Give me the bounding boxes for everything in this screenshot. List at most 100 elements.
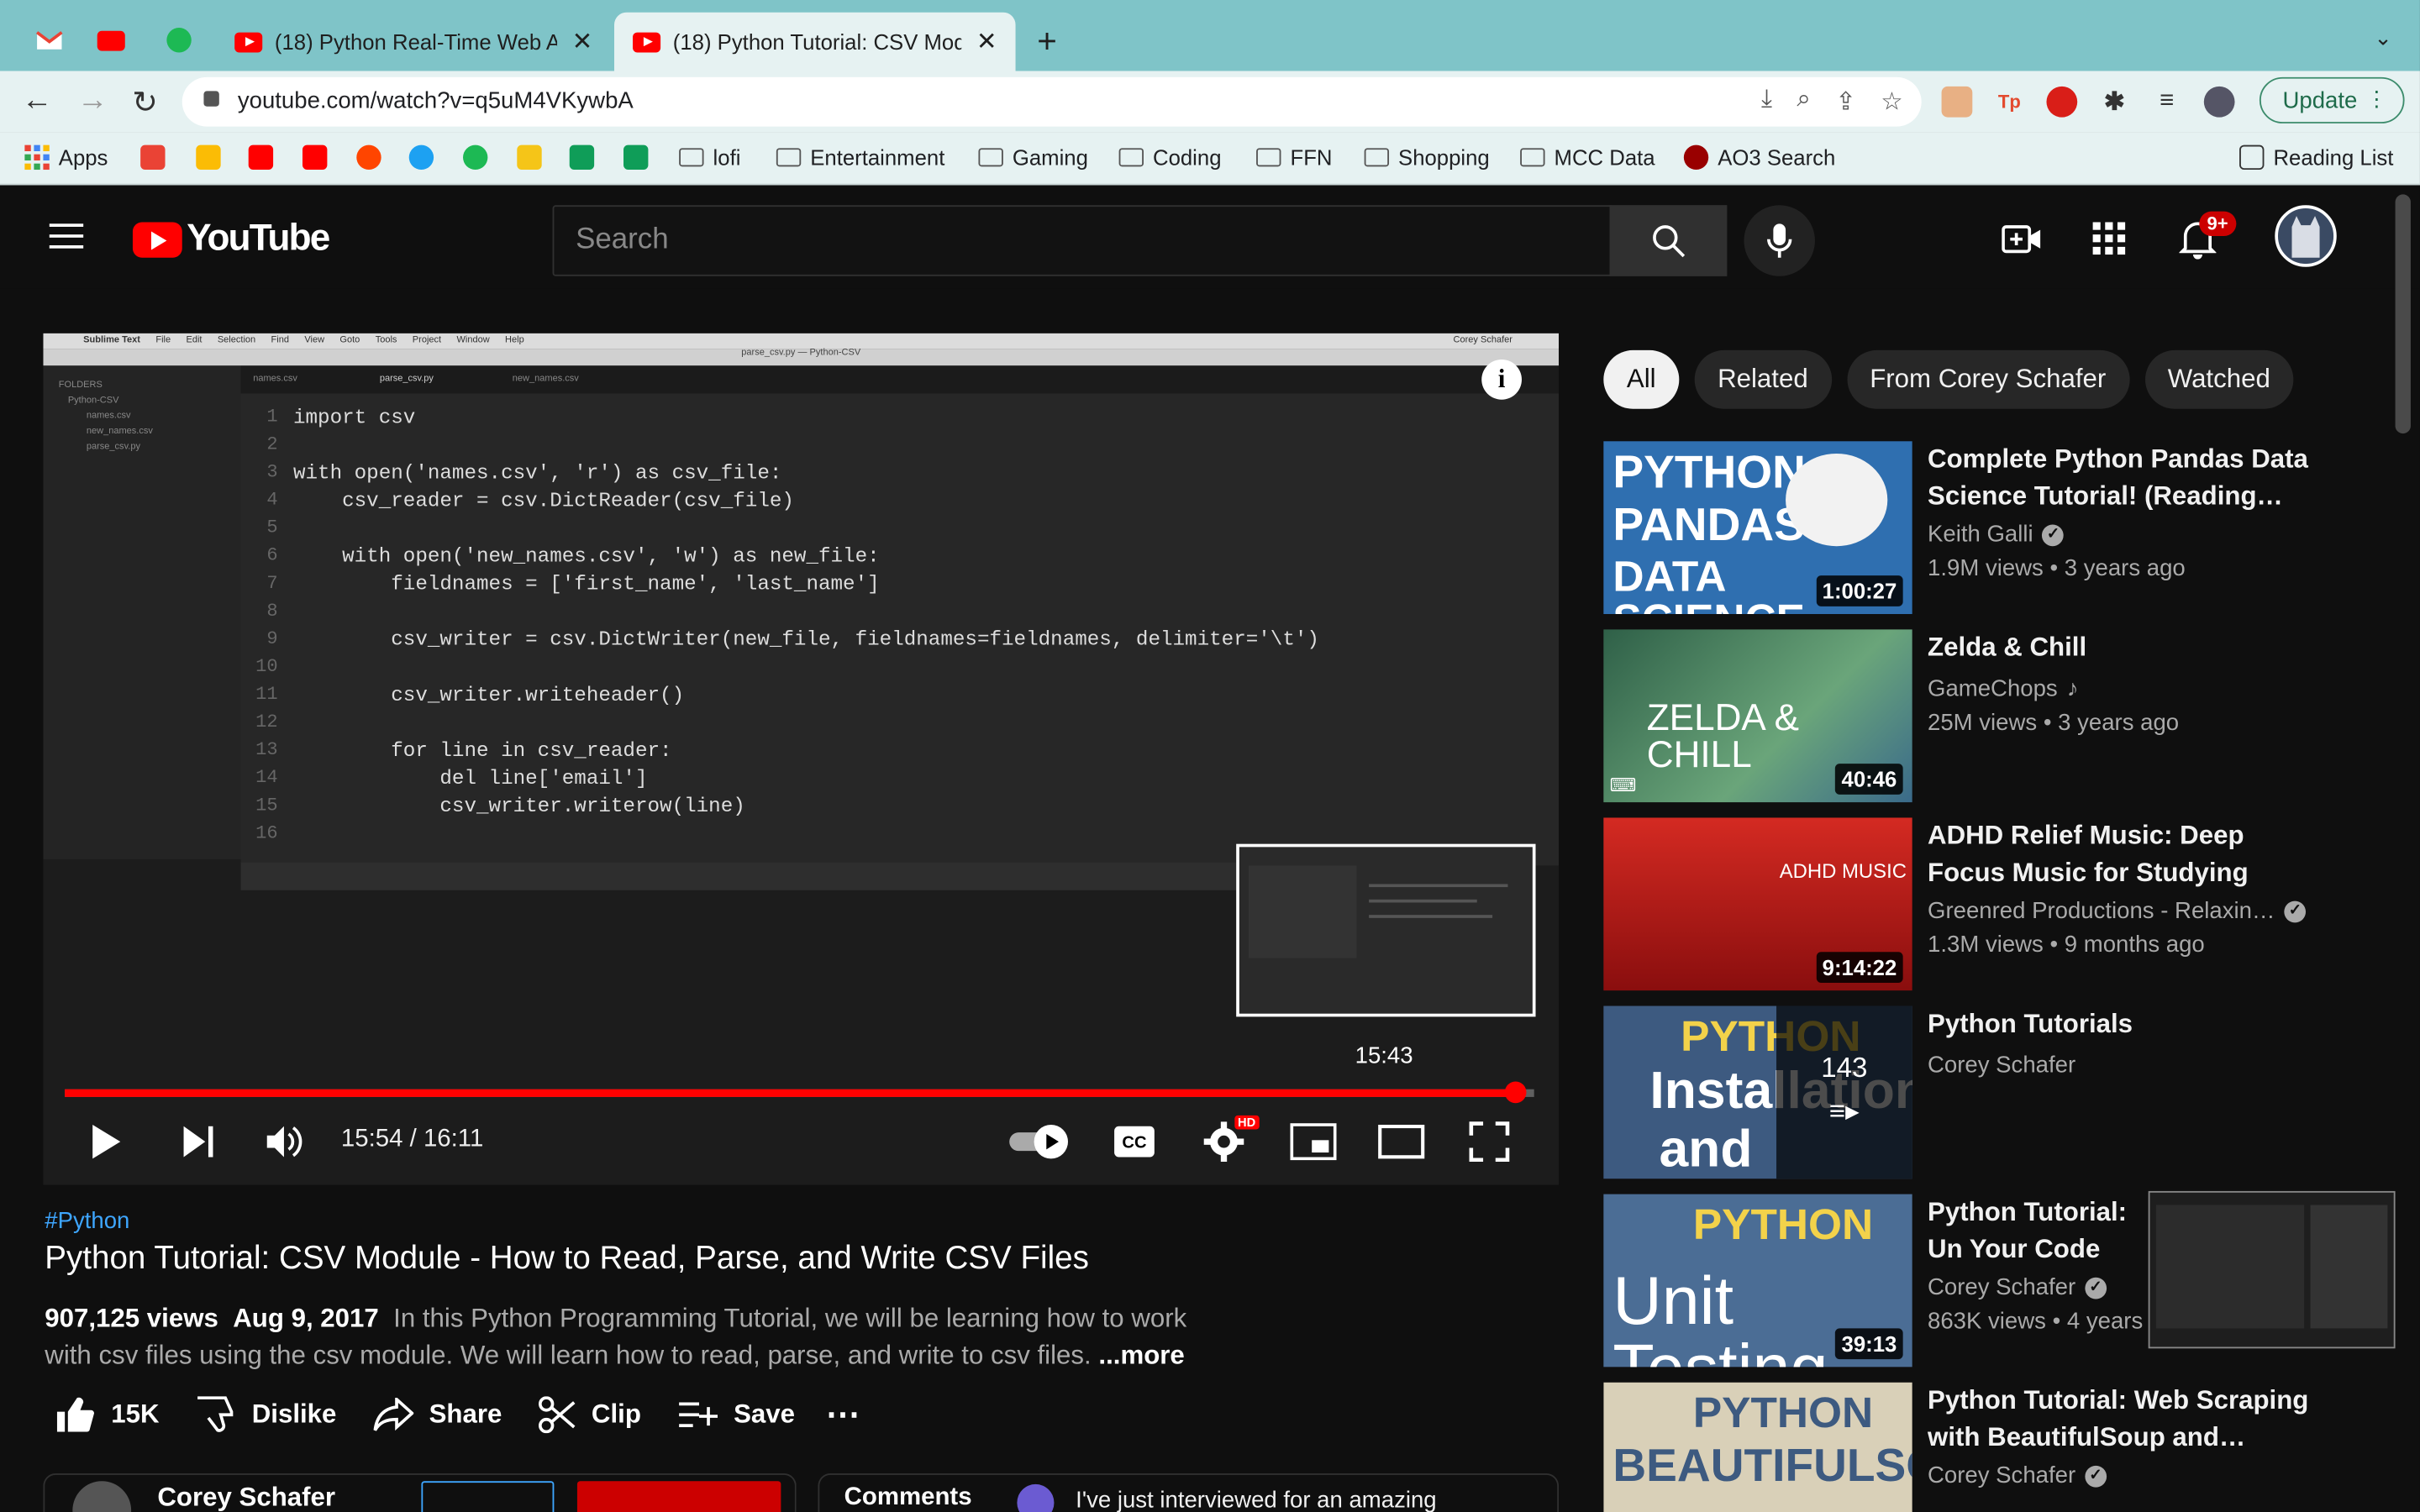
bookmark-folder-ffn[interactable]: FFN [1256, 145, 1332, 170]
youtube-logo[interactable]: YouTube [132, 218, 330, 260]
install-app-icon[interactable]: ⤓ [1761, 87, 1772, 118]
channel-avatar[interactable] [72, 1481, 132, 1512]
bookmark-folder-coding[interactable]: Coding [1118, 145, 1222, 170]
video-thumbnail[interactable]: PYTHON BEAUTIFULSOUP [1603, 1382, 1912, 1512]
menu-hamburger-icon[interactable] [49, 223, 84, 249]
save-button[interactable]: Save [678, 1399, 795, 1431]
playlist-thumbnail[interactable]: PYTHON Installation and Setup 143 ≡▸ [1603, 1005, 1912, 1179]
fullscreen-button[interactable] [1469, 1120, 1510, 1163]
recommended-video[interactable]: ADHD MUSIC 9:14:22 ADHD Relief Music: De… [1603, 817, 2375, 991]
extension-tp-icon[interactable]: Tp [1994, 87, 2025, 118]
url-text[interactable]: youtube.com/watch?v=q5uM4VKywbA [238, 88, 634, 114]
info-icon[interactable]: i [1481, 359, 1522, 400]
page-scrollbar[interactable] [2395, 194, 2411, 434]
clip-button[interactable]: Clip [539, 1396, 641, 1434]
extensions-puzzle-icon[interactable]: ✱ [2099, 87, 2130, 118]
settings-button[interactable]: HD [1203, 1115, 1259, 1163]
bookmark-folder-entertainment[interactable]: Entertainment [776, 145, 944, 170]
bookmark-twitter[interactable] [408, 144, 434, 171]
subscribe-button[interactable] [576, 1481, 781, 1512]
captions-button[interactable]: CC [1113, 1120, 1155, 1163]
video-channel[interactable]: Greenred Productions - Relaxin… ✓ [1928, 898, 2307, 924]
next-button[interactable] [182, 1120, 216, 1163]
forward-arrow-icon[interactable]: → [74, 83, 111, 118]
bookmark-youtube-2[interactable] [302, 144, 328, 171]
spotify-pinned-tab[interactable] [164, 24, 195, 55]
miniplayer-button[interactable] [1290, 1120, 1337, 1163]
video-player[interactable]: Sublime Text File Edit Selection Find Vi… [43, 333, 1560, 1185]
bookmark-sheets-2[interactable] [623, 144, 649, 171]
bookmark-ao3-search[interactable]: AO3 Search [1683, 144, 1835, 171]
apps-grid-icon[interactable] [2088, 218, 2131, 260]
tab-search-chevron-icon[interactable]: ⌄ [2374, 24, 2392, 50]
youtube-pinned-tab[interactable] [96, 24, 127, 55]
bookmark-folder-gaming[interactable]: Gaming [978, 145, 1088, 170]
new-tab-button[interactable]: + [1037, 22, 1057, 62]
tab-python-realtime[interactable]: (18) Python Real-Time Web Ap ✕ [216, 13, 611, 71]
play-button[interactable] [90, 1120, 124, 1163]
channel-name[interactable]: Corey Schafer [157, 1483, 335, 1512]
media-controls-icon[interactable]: ≡ [2151, 87, 2182, 118]
extension-cookie-icon[interactable] [1941, 86, 1973, 118]
close-tab-icon[interactable]: ✕ [572, 26, 593, 57]
picture-in-picture-window[interactable] [2148, 1190, 2396, 1349]
comments-preview[interactable]: Comments I've just interviewed for an am… [818, 1473, 1560, 1512]
video-channel[interactable]: Corey Schafer ✓ [1928, 1274, 2107, 1300]
recommended-playlist[interactable]: PYTHON Installation and Setup 143 ≡▸ Pyt… [1603, 1005, 2375, 1179]
share-icon[interactable]: ⇪ [1835, 87, 1856, 118]
reload-icon[interactable]: ↻ [127, 83, 164, 122]
show-more-link[interactable]: ...more [1098, 1341, 1184, 1370]
bookmark-spotify[interactable] [463, 144, 488, 171]
video-thumbnail[interactable]: ZELDA & CHILL 40:46 ⌨ [1603, 629, 1912, 803]
menu-dots-icon[interactable]: ⋮ [2366, 87, 2388, 113]
autoplay-toggle[interactable] [1007, 1120, 1072, 1163]
tab-python-csv[interactable]: (18) Python Tutorial: CSV Modu ✕ [614, 12, 1016, 71]
video-channel[interactable]: GameChops ♪ [1928, 675, 2078, 701]
gmail-pinned-tab[interactable] [34, 24, 65, 55]
chip-watched[interactable]: Watched [2144, 349, 2294, 409]
chip-all[interactable]: All [1603, 349, 1680, 409]
recommended-video[interactable]: ZELDA & CHILL 40:46 ⌨ Zelda & Chill Game… [1603, 629, 2375, 803]
bookmark-sheets[interactable] [569, 144, 595, 171]
scrubber-handle[interactable] [1504, 1081, 1526, 1104]
search-input[interactable] [554, 207, 1610, 275]
chip-related[interactable]: Related [1694, 349, 1832, 409]
bookmark-reddit[interactable] [356, 144, 381, 171]
bookmark-apps[interactable]: Apps [24, 144, 108, 171]
profile-icon[interactable] [2203, 86, 2235, 118]
video-channel[interactable]: Corey Schafer [1928, 1053, 2075, 1079]
ublock-icon[interactable] [2046, 86, 2078, 118]
chip-from-channel[interactable]: From Corey Schafer [1846, 349, 2129, 409]
theater-mode-button[interactable] [1378, 1120, 1425, 1163]
bookmark-folder-shopping[interactable]: Shopping [1364, 145, 1490, 170]
video-channel[interactable]: Corey Schafer ✓ [1928, 1462, 2107, 1488]
recommended-video[interactable]: PYTHON BEAUTIFULSOUP Python Tutorial: We… [1603, 1382, 2375, 1512]
update-button[interactable]: Update ⋮ [2259, 76, 2405, 123]
progress-bar[interactable] [65, 1081, 1534, 1104]
voice-search-button[interactable] [1744, 205, 1815, 276]
join-button[interactable] [421, 1481, 555, 1512]
bookmark-star-icon[interactable]: ☆ [1881, 87, 1902, 118]
avatar[interactable] [2275, 205, 2337, 267]
zoom-icon[interactable]: ⌕ [1797, 87, 1810, 118]
video-hashtag[interactable]: #Python [45, 1208, 129, 1234]
search-button[interactable] [1609, 205, 1728, 276]
bookmark-gmail[interactable] [140, 144, 166, 171]
dislike-button[interactable]: Dislike [197, 1396, 336, 1433]
bookmark-folder-lofi[interactable]: lofi [679, 145, 740, 170]
reading-list[interactable]: Reading List [2239, 144, 2393, 171]
share-button[interactable]: Share [373, 1398, 502, 1431]
more-actions-icon[interactable]: ⋯ [826, 1394, 860, 1435]
bookmark-drive[interactable] [196, 144, 221, 171]
bookmark-folder-mcc-data[interactable]: MCC Data [1520, 145, 1655, 170]
close-tab-icon[interactable]: ✕ [976, 26, 997, 57]
video-description[interactable]: 907,125 views Aug 9, 2017 In this Python… [45, 1300, 1218, 1374]
back-arrow-icon[interactable]: ← [18, 83, 55, 118]
address-bar[interactable]: youtube.com/watch?v=q5uM4VKywbA ⤓ ⌕ ⇪ ☆ [182, 76, 1922, 127]
video-thumbnail[interactable]: PYTHON Unit Testing 39:13 [1603, 1194, 1912, 1368]
video-thumbnail[interactable]: ADHD MUSIC 9:14:22 [1603, 817, 1912, 991]
bookmark-pencil[interactable] [517, 144, 542, 171]
like-button[interactable]: 15K [55, 1396, 160, 1433]
video-channel[interactable]: Keith Galli ✓ [1928, 522, 2065, 548]
video-thumbnail[interactable]: PYTHON PANDAS DATA SCIENCE 1:00:27 [1603, 441, 1912, 615]
